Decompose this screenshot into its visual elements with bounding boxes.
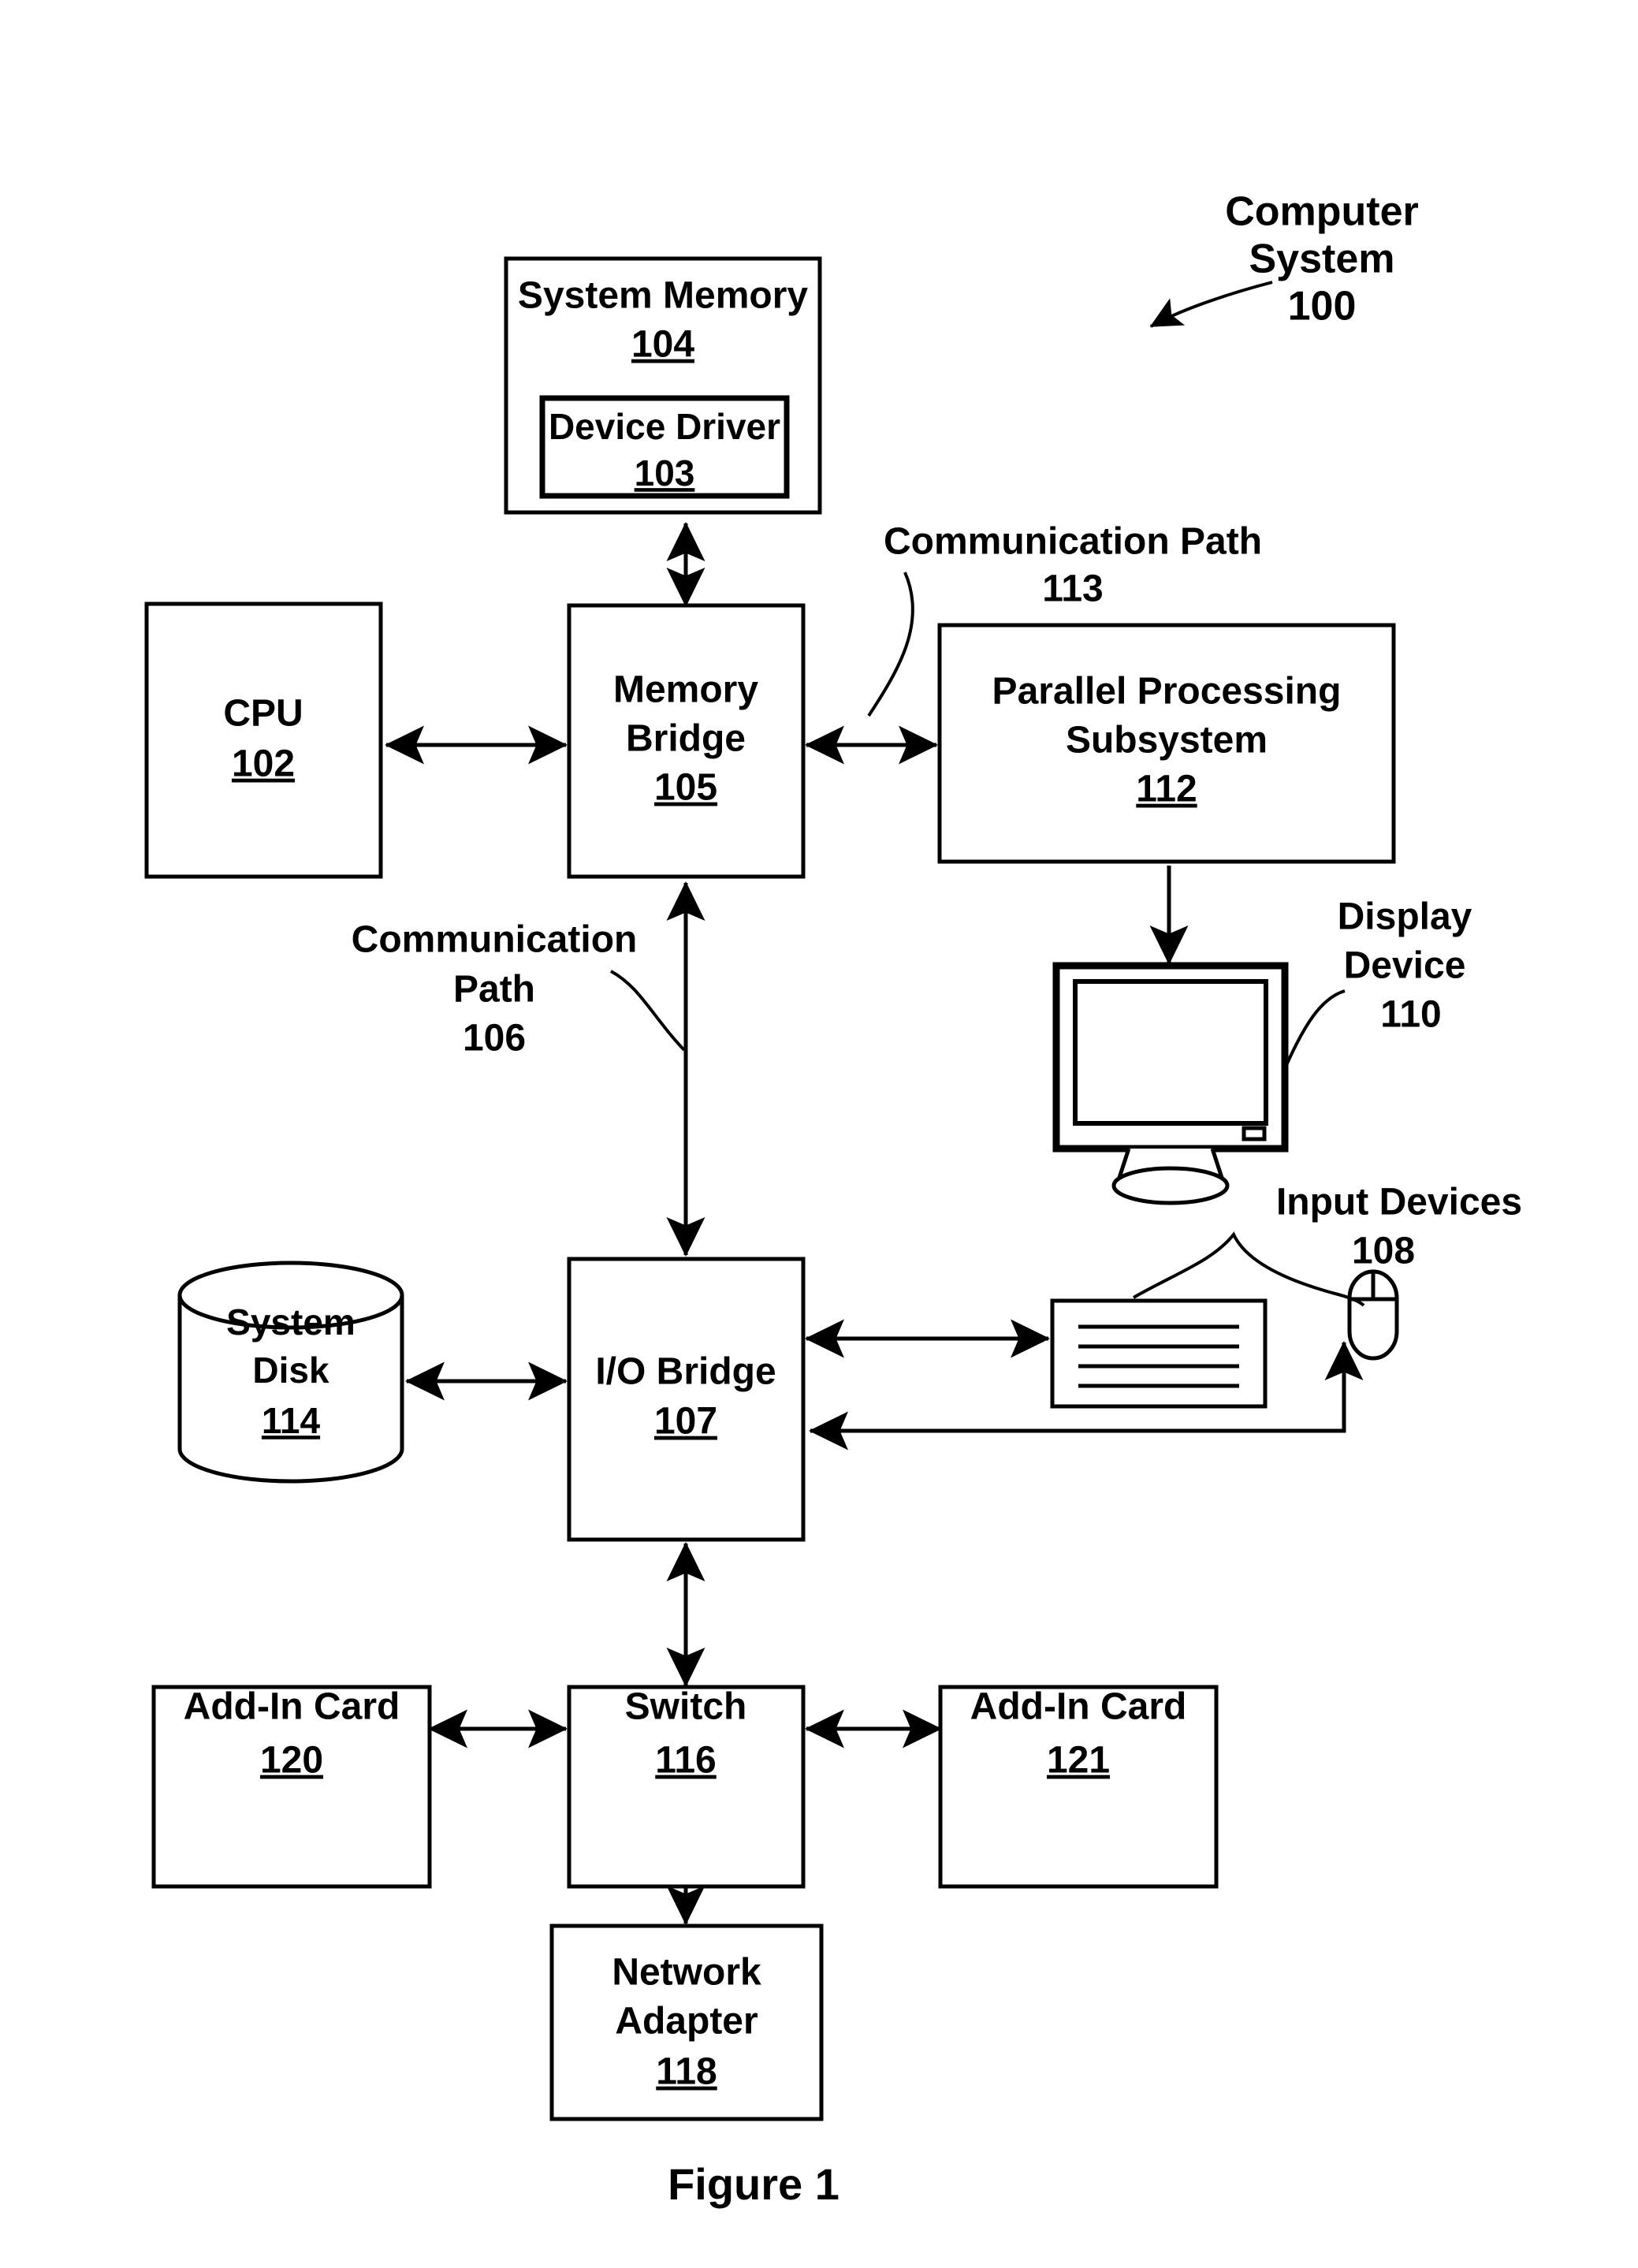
figure-caption: Figure 1 bbox=[668, 2159, 839, 2209]
computer-system-label-line2: System bbox=[1249, 236, 1395, 282]
add-in-card-120-label: Add-In Card bbox=[184, 1686, 400, 1728]
system-disk-number: 114 bbox=[262, 1400, 321, 1441]
system-disk-label-line1: System bbox=[226, 1302, 356, 1343]
add-in-card-121-label: Add-In Card bbox=[970, 1686, 1187, 1728]
display-device-label-line2: Device bbox=[1344, 945, 1466, 987]
computer-system-label-line1: Computer bbox=[1225, 189, 1419, 235]
system-memory-number: 104 bbox=[631, 324, 694, 366]
comm-path-106-label-line1: Communication bbox=[352, 919, 638, 961]
computer-system-leader bbox=[1149, 281, 1273, 328]
comm-path-113-leader bbox=[867, 572, 914, 717]
patent-figure-1: System Memory 104 Device Driver 103 CPU … bbox=[0, 0, 1638, 2268]
pps-label-line1: Parallel Processing bbox=[992, 671, 1342, 713]
comm-path-113-label: Communication Path bbox=[884, 521, 1262, 563]
pps-label-line2: Subsystem bbox=[1066, 720, 1268, 762]
comm-path-106-number: 106 bbox=[463, 1018, 526, 1060]
comm-path-113-number: 113 bbox=[1042, 568, 1103, 610]
pps-number: 112 bbox=[1136, 769, 1197, 810]
memory-bridge-label-line1: Memory bbox=[613, 669, 758, 711]
io-bridge-label: I/O Bridge bbox=[595, 1351, 776, 1393]
network-adapter-label-line2: Adapter bbox=[615, 2001, 758, 2043]
device-driver-label: Device Driver bbox=[549, 406, 780, 447]
monitor-icon bbox=[1052, 962, 1289, 1205]
switch-label: Switch bbox=[625, 1686, 747, 1728]
device-driver-number: 103 bbox=[635, 452, 695, 493]
block-io-bridge[interactable] bbox=[567, 1257, 806, 1542]
block-cpu[interactable] bbox=[144, 601, 383, 879]
cpu-number: 102 bbox=[232, 743, 295, 785]
display-device-number: 110 bbox=[1380, 994, 1441, 1036]
system-disk-label-line2: Disk bbox=[252, 1350, 329, 1391]
network-adapter-label-line1: Network bbox=[612, 1952, 761, 1994]
input-devices-brace-leader bbox=[1133, 1231, 1365, 1307]
system-memory-label: System Memory bbox=[518, 275, 808, 317]
display-device-label-line1: Display bbox=[1338, 896, 1472, 938]
comm-path-106-leader bbox=[610, 970, 686, 1052]
cpu-label: CPU bbox=[223, 693, 303, 735]
add-in-card-121-number: 121 bbox=[1047, 1740, 1110, 1782]
block-diagram-svg: System Memory 104 Device Driver 103 CPU … bbox=[144, 189, 1522, 2209]
computer-system-number: 100 bbox=[1288, 284, 1357, 330]
input-devices-label: Input Devices bbox=[1276, 1182, 1522, 1223]
add-in-card-120-number: 120 bbox=[260, 1740, 323, 1782]
display-device-leader bbox=[1285, 989, 1346, 1066]
input-devices-number: 108 bbox=[1352, 1231, 1415, 1272]
memory-bridge-label-line2: Bridge bbox=[626, 718, 746, 760]
memory-bridge-number: 105 bbox=[654, 767, 717, 809]
switch-number: 116 bbox=[655, 1740, 716, 1782]
mouse-icon[interactable] bbox=[1347, 1269, 1399, 1361]
keyboard-icon[interactable] bbox=[1050, 1298, 1268, 1409]
comm-path-106-label-line2: Path bbox=[453, 969, 535, 1011]
io-bridge-number: 107 bbox=[654, 1401, 717, 1443]
network-adapter-number: 118 bbox=[656, 2051, 717, 2093]
